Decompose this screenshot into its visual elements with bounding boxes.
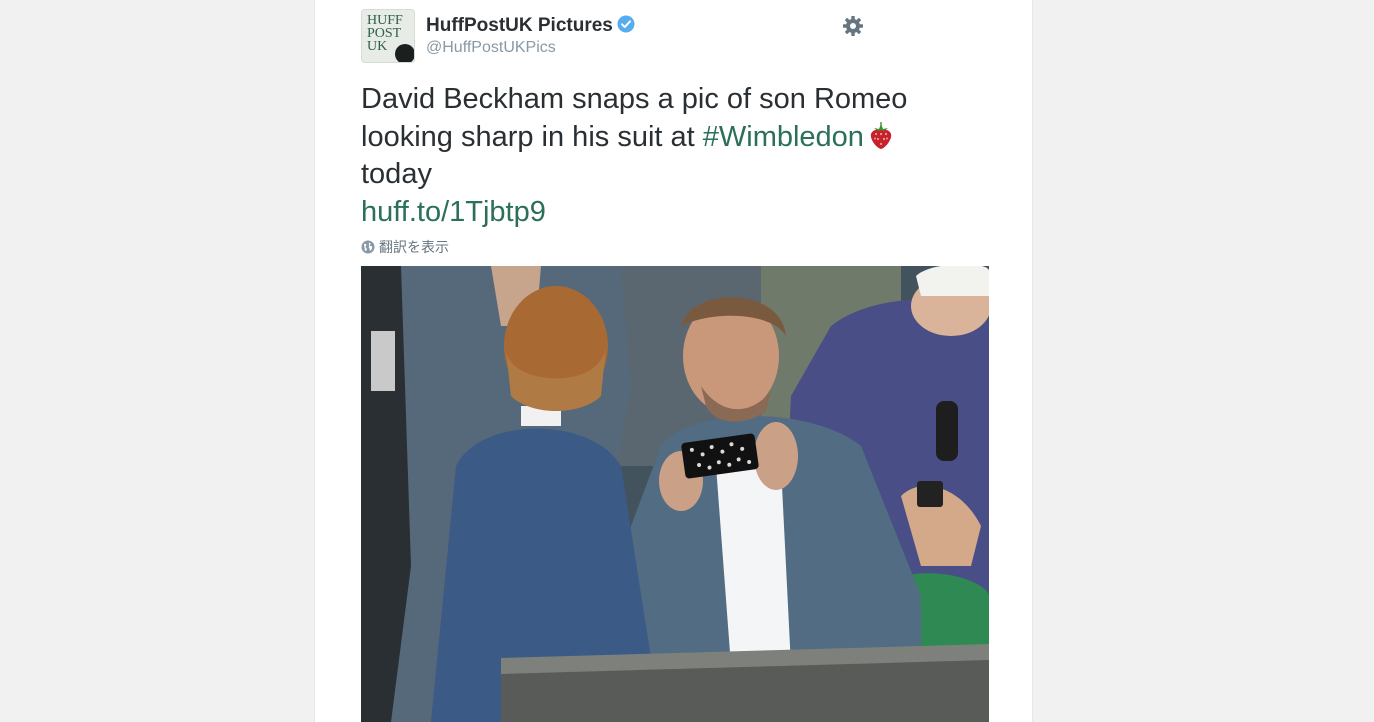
globe-icon (361, 240, 375, 254)
translate-link[interactable]: 翻訳を表示 (361, 237, 449, 257)
translate-label: 翻訳を表示 (379, 239, 449, 255)
tweet-text-line-3: today (361, 158, 432, 190)
hashtag-link[interactable]: #Wimbledon (703, 121, 864, 153)
avatar[interactable]: HUFF POST UK (361, 9, 415, 63)
tweet-text-line-2: looking sharp in his suit at #Wimbledon (361, 119, 1001, 157)
photo-illustration (361, 266, 989, 722)
display-name[interactable]: HuffPostUK Pictures (426, 15, 635, 37)
display-name-text: HuffPostUK Pictures (426, 15, 613, 36)
gear-icon[interactable] (841, 14, 865, 38)
screen-name[interactable]: @HuffPostUKPics (426, 39, 556, 57)
tweet-url-link[interactable]: huff.to/1Tjbtp9 (361, 194, 1001, 232)
tweet-text: David Beckham snaps a pic of son Romeo l… (361, 81, 1001, 231)
verified-badge-icon (617, 15, 635, 33)
avatar-photo-mark (395, 44, 414, 62)
tweet-text-line-1: David Beckham snaps a pic of son Romeo (361, 83, 908, 115)
strawberry-emoji-icon (870, 121, 892, 149)
tweet-photo[interactable] (361, 266, 989, 722)
tweet-card: HUFF POST UK HuffPostUK Pictures @HuffPo… (314, 0, 1033, 722)
tweet-text-line-2-prefix: looking sharp in his suit at (361, 120, 703, 153)
